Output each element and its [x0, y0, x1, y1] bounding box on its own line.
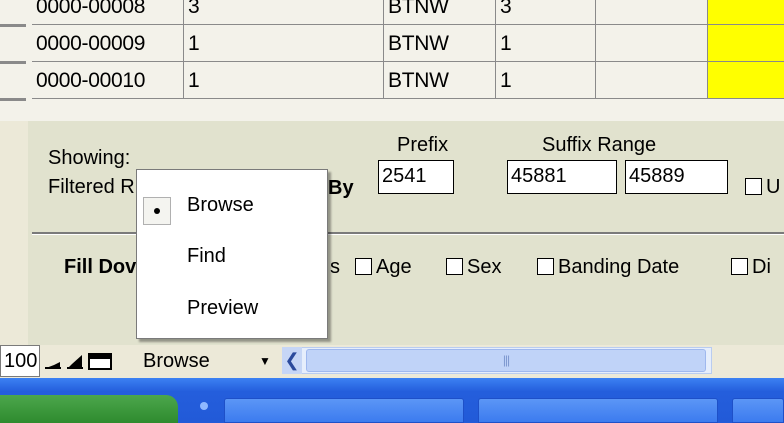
count-cell[interactable]: 1 [184, 25, 384, 62]
bullet-icon [154, 208, 160, 214]
code-cell[interactable]: BTNW [384, 25, 496, 62]
by-label: By [328, 177, 354, 199]
selected-indicator [143, 197, 171, 225]
trailing-checkbox-label: U [766, 176, 781, 198]
table-row[interactable]: 0000-00010 1 BTNW 1 [0, 62, 784, 99]
empty-cell[interactable] [596, 0, 708, 25]
code-cell[interactable]: BTNW [384, 62, 496, 99]
code-cell[interactable]: BTNW [384, 0, 496, 25]
sex-checkbox[interactable]: Sex [446, 256, 501, 279]
scroll-left-icon[interactable]: ❮ [282, 347, 302, 374]
taskbar-button[interactable] [224, 398, 464, 423]
prefix-input[interactable]: 2541 [378, 160, 454, 194]
graph-down-icon[interactable] [66, 352, 84, 370]
menu-item-label: Browse [187, 194, 254, 216]
age-checkbox[interactable]: Age [355, 256, 412, 279]
menu-item-preview[interactable]: Preview [137, 290, 327, 326]
taskbar-button[interactable] [732, 398, 784, 423]
age-label: Age [376, 256, 412, 278]
record-count[interactable]: 100 [0, 345, 40, 377]
scroll-thumb[interactable]: ||| [306, 349, 706, 372]
quicklaunch-icon[interactable] [200, 402, 208, 410]
checkbox-box[interactable] [745, 178, 762, 195]
window-icon[interactable] [88, 352, 112, 370]
count-cell[interactable]: 3 [184, 0, 384, 25]
suffix-from-input[interactable]: 45881 [507, 160, 617, 194]
filtered-label: Filtered R [48, 176, 135, 198]
prefix-label: Prefix [397, 134, 449, 156]
start-button[interactable] [0, 395, 178, 423]
taskbar-button[interactable] [478, 398, 718, 423]
highlight-cell[interactable] [708, 0, 784, 25]
banding-date-label: Banding Date [558, 256, 680, 278]
partial-label: s [330, 256, 340, 278]
id-cell[interactable]: 0000-00008 [32, 0, 184, 25]
showing-label: Showing: [48, 147, 131, 169]
suffix-to-input[interactable]: 45889 [625, 160, 728, 194]
fill-down-label: Fill Dov [64, 256, 137, 278]
row-selector[interactable] [0, 98, 26, 101]
menu-item-label: Find [187, 245, 226, 267]
checkbox-box[interactable] [446, 258, 463, 275]
checkbox-box[interactable] [731, 258, 748, 275]
qty-cell[interactable]: 1 [496, 25, 596, 62]
di-label: Di [752, 256, 771, 278]
di-checkbox[interactable]: Di [731, 256, 771, 279]
highlight-cell[interactable] [708, 25, 784, 62]
suffix-range-label: Suffix Range [542, 134, 657, 156]
table-row[interactable]: 0000-00009 1 BTNW 1 [0, 25, 784, 62]
checkbox-box[interactable] [537, 258, 554, 275]
menu-item-browse[interactable]: Browse [137, 187, 327, 225]
trailing-checkbox[interactable]: U [745, 176, 780, 199]
table-row[interactable]: 0000-00008 3 BTNW 3 [0, 0, 784, 25]
mode-dropdown[interactable]: Browse ▼ [143, 347, 275, 375]
qty-cell[interactable]: 3 [496, 0, 596, 25]
records-table: 0000-00008 3 BTNW 3 0000-00009 1 BTNW 1 … [0, 0, 784, 121]
checkbox-box[interactable] [355, 258, 372, 275]
menu-item-label: Preview [187, 297, 259, 319]
mode-popup-menu: Browse Find Preview [136, 169, 328, 339]
highlight-cell[interactable] [708, 62, 784, 99]
graph-up-icon[interactable] [44, 352, 62, 370]
panel-gutter [0, 121, 28, 345]
menu-item-find[interactable]: Find [137, 238, 327, 274]
qty-cell[interactable]: 1 [496, 62, 596, 99]
empty-cell[interactable] [596, 62, 708, 99]
banding-date-checkbox[interactable]: Banding Date [537, 256, 679, 279]
sex-label: Sex [467, 256, 502, 278]
id-cell[interactable]: 0000-00010 [32, 62, 184, 99]
dropdown-arrow-icon[interactable]: ▼ [259, 347, 271, 375]
mode-dropdown-value: Browse [143, 350, 210, 372]
id-cell[interactable]: 0000-00009 [32, 25, 184, 62]
empty-cell[interactable] [596, 25, 708, 62]
count-cell[interactable]: 1 [184, 62, 384, 99]
